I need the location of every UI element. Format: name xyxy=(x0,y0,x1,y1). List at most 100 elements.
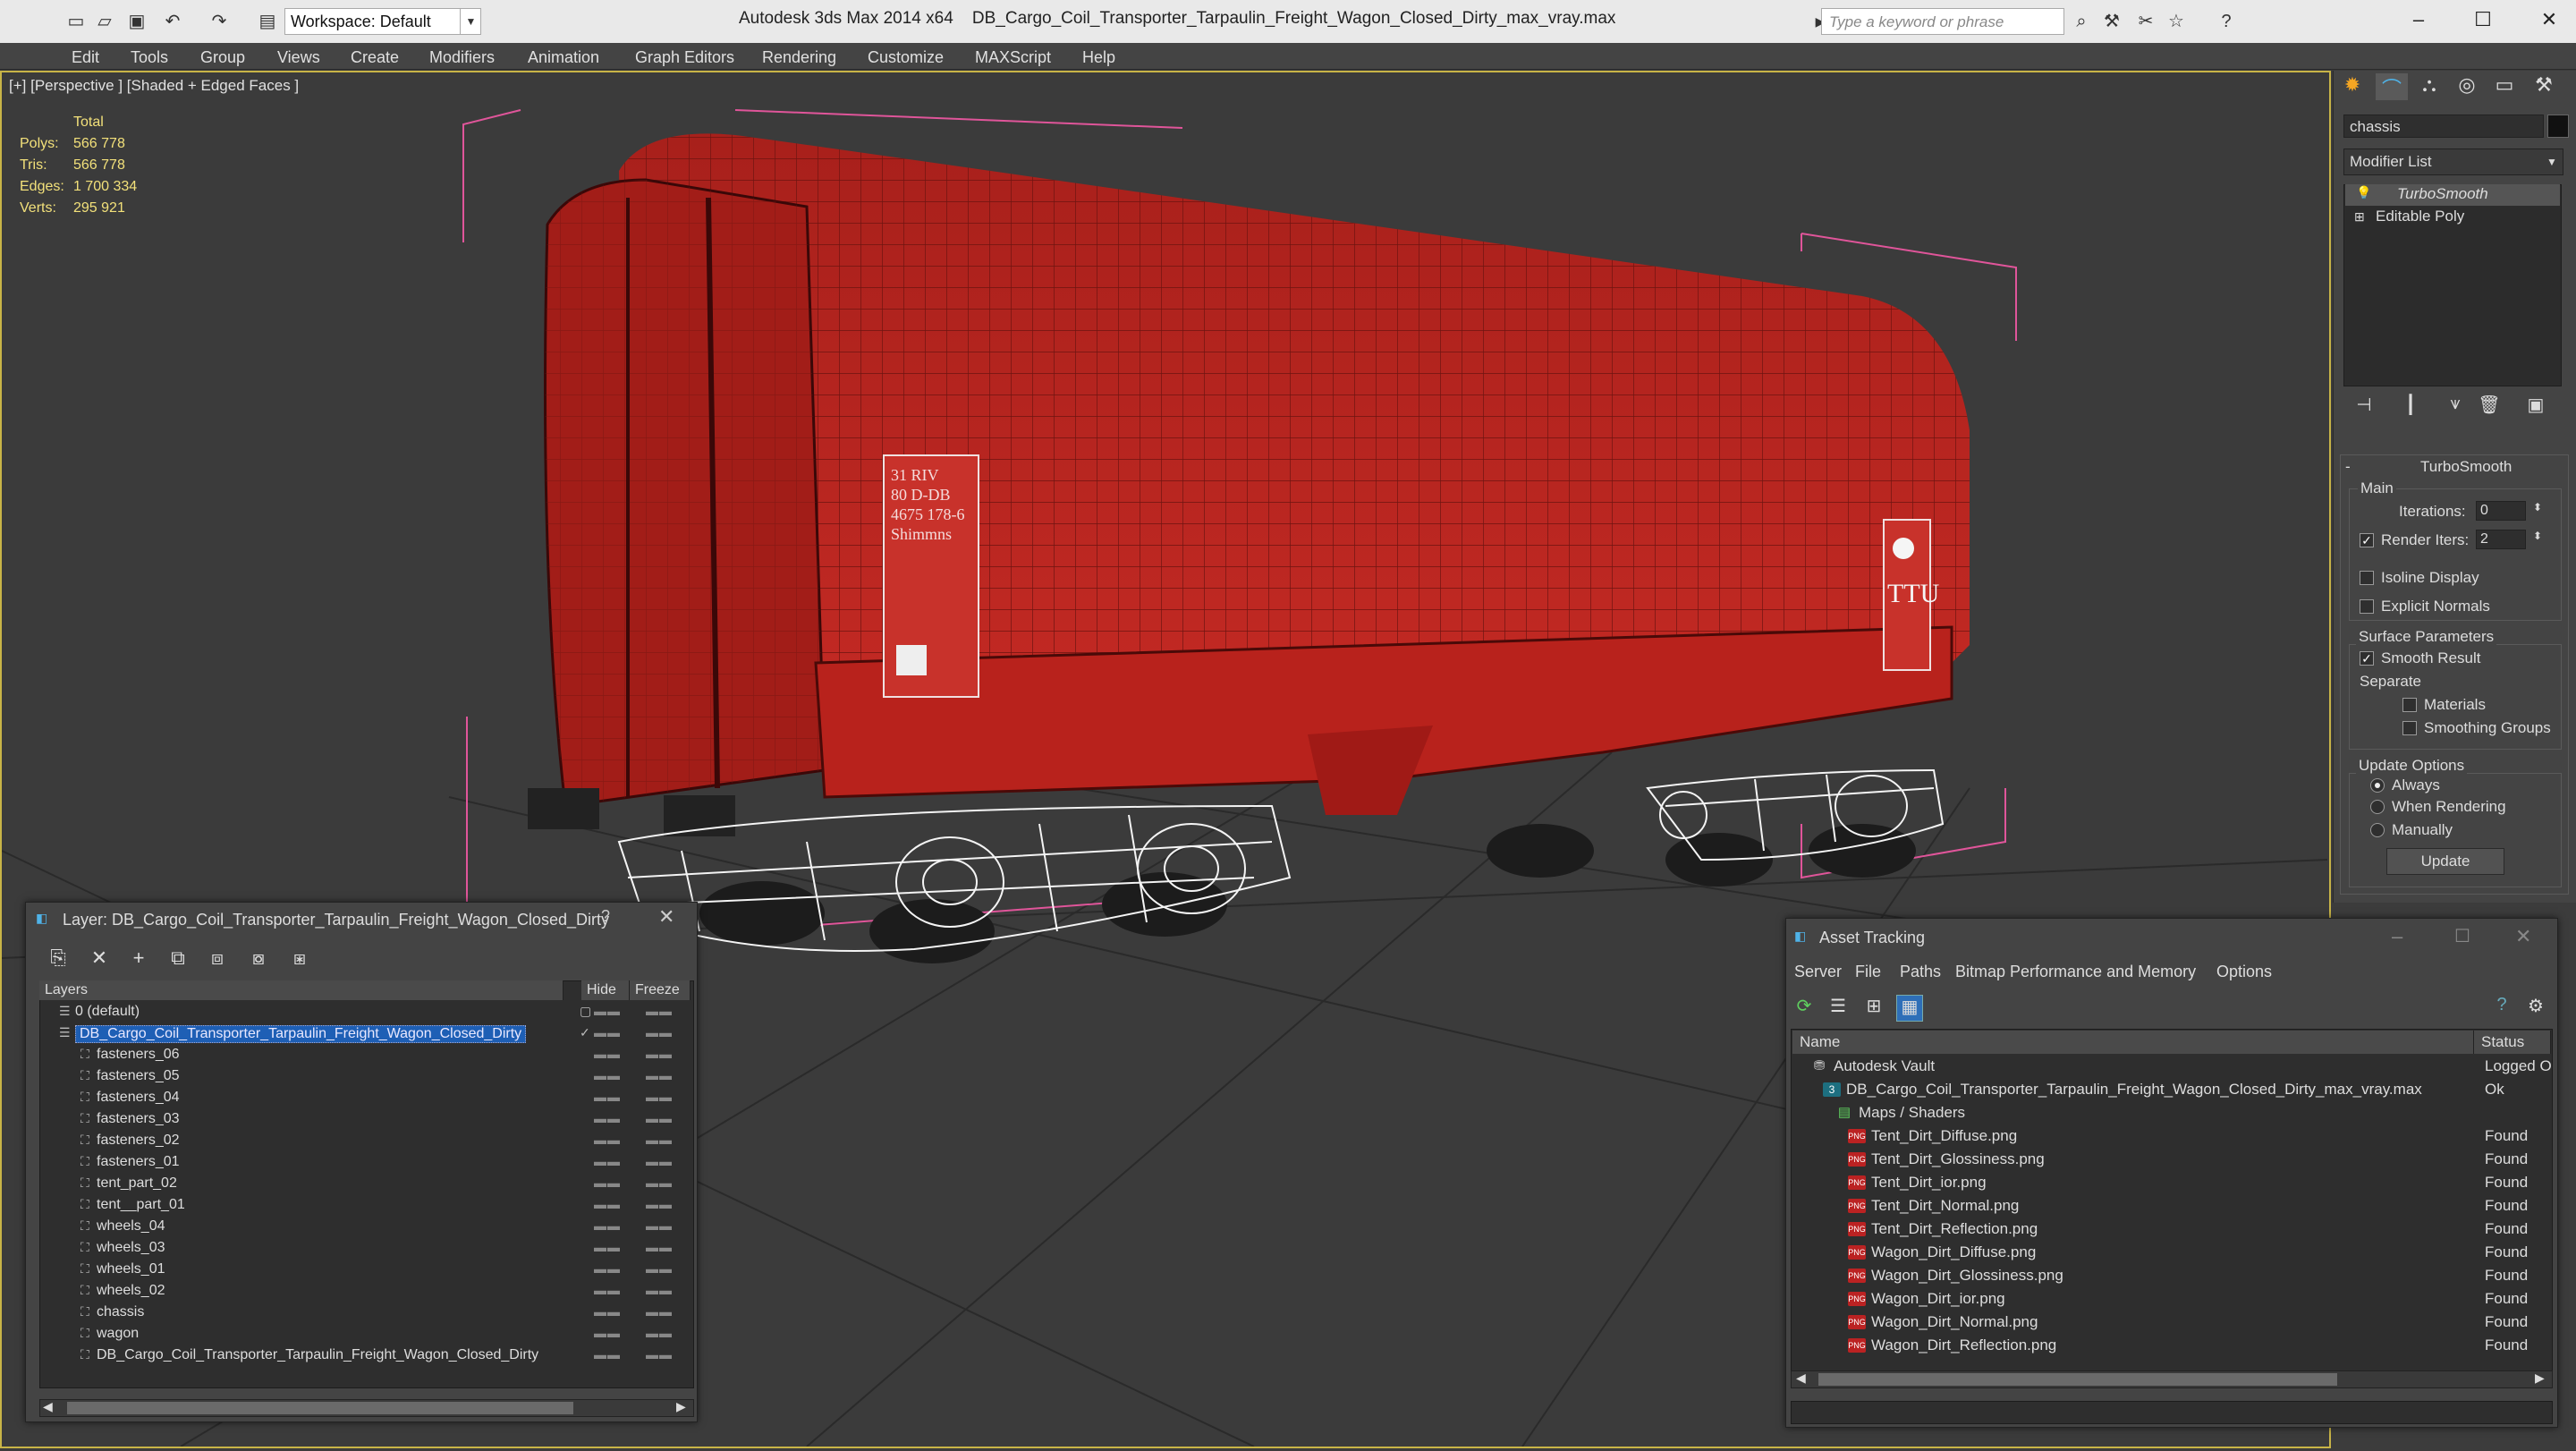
pin-stack-icon[interactable]: ⊣ xyxy=(2351,394,2377,420)
freeze-toggle[interactable]: ▬▬ xyxy=(646,1261,673,1276)
spinner-arrows-icon[interactable]: ⬍ xyxy=(2533,530,2542,542)
hide-toggle[interactable]: ▬▬ xyxy=(594,1218,621,1233)
layer-row[interactable]: ⛶ fasteners_05 ▬▬ ▬▬ xyxy=(39,1066,694,1088)
update-button[interactable]: Update xyxy=(2386,848,2504,875)
smoothing-groups-checkbox[interactable] xyxy=(2402,721,2417,735)
minimize-button[interactable]: – xyxy=(2392,4,2445,36)
spinner-arrows-icon[interactable]: ⬍ xyxy=(2533,501,2542,513)
asset-row[interactable]: PNG Tent_Dirt_Diffuse.png Found xyxy=(1792,1125,2551,1148)
asset-menu-paths[interactable]: Paths xyxy=(1900,963,1941,981)
smooth-result-checkbox[interactable]: ✓ xyxy=(2360,651,2374,666)
freeze-toggle[interactable]: ▬▬ xyxy=(646,1197,673,1211)
asset-row[interactable]: PNG Wagon_Dirt_ior.png Found xyxy=(1792,1288,2551,1311)
asset-menu-options[interactable]: Options xyxy=(2216,963,2272,981)
status-column-header[interactable]: Status xyxy=(2474,1031,2551,1054)
motion-tab-icon[interactable]: ◎ xyxy=(2451,73,2483,100)
hide-toggle[interactable]: ▬▬ xyxy=(594,1068,621,1082)
new-file-icon[interactable]: ▭ xyxy=(64,10,88,33)
freeze-toggle[interactable]: ▬▬ xyxy=(646,1047,673,1061)
make-unique-icon[interactable]: ⩛ xyxy=(2442,394,2469,420)
layer-dialog-help-button[interactable]: ? xyxy=(601,907,610,926)
hide-toggle[interactable]: ▬▬ xyxy=(594,1240,621,1254)
show-end-result-icon[interactable]: ┃ xyxy=(2397,394,2424,420)
layer-row[interactable]: ⛶ wheels_01 ▬▬ ▬▬ xyxy=(39,1260,694,1281)
list-view-icon[interactable]: ☰ xyxy=(1825,995,1852,1022)
freeze-toggle[interactable]: ▬▬ xyxy=(646,1154,673,1168)
freeze-toggle[interactable]: ▬▬ xyxy=(646,1240,673,1254)
freeze-toggle[interactable]: ▬▬ xyxy=(646,1004,673,1018)
layer-row[interactable]: ⛶ wheels_02 ▬▬ ▬▬ xyxy=(39,1281,694,1303)
refresh-icon[interactable]: ⟳ xyxy=(1791,995,1818,1022)
modify-tab-icon[interactable]: ⌒ xyxy=(2376,73,2408,100)
freeze-toggle[interactable]: ▬▬ xyxy=(646,1347,673,1362)
iterations-spinner[interactable]: 0 xyxy=(2476,501,2526,521)
chevron-down-icon[interactable]: ▼ xyxy=(460,8,481,35)
asset-menu-file[interactable]: File xyxy=(1855,963,1881,981)
scroll-left-icon[interactable]: ◀ xyxy=(43,1399,53,1414)
hide-toggle[interactable]: ▬▬ xyxy=(594,1304,621,1319)
layer-row[interactable]: ⛶ wheels_03 ▬▬ ▬▬ xyxy=(39,1238,694,1260)
menu-tools[interactable]: Tools xyxy=(131,48,168,67)
hide-toggle[interactable]: ▬▬ xyxy=(594,1154,621,1168)
lightbulb-icon[interactable]: 💡 xyxy=(2356,185,2371,200)
freeze-all-icon[interactable]: ⧆ xyxy=(286,946,313,973)
hide-toggle[interactable]: ▬▬ xyxy=(594,1175,621,1190)
asset-menu-server[interactable]: Server xyxy=(1794,963,1842,981)
name-column-header[interactable]: Name xyxy=(1792,1031,2474,1054)
always-radio[interactable] xyxy=(2370,778,2385,793)
menu-views[interactable]: Views xyxy=(277,48,320,67)
freeze-toggle[interactable]: ▬▬ xyxy=(646,1111,673,1125)
hide-toggle[interactable]: ▬▬ xyxy=(594,1261,621,1276)
freeze-toggle[interactable]: ▬▬ xyxy=(646,1090,673,1104)
freeze-toggle[interactable]: ▬▬ xyxy=(646,1283,673,1297)
binoculars-icon[interactable]: ⌕ xyxy=(2070,10,2093,33)
hide-toggle[interactable]: ▬▬ xyxy=(594,1347,621,1362)
tree-view-icon[interactable]: ⊞ xyxy=(1860,995,1887,1022)
asset-close-button[interactable]: ✕ xyxy=(2515,925,2531,948)
menu-group[interactable]: Group xyxy=(200,48,245,67)
help-icon[interactable]: ? xyxy=(2215,10,2238,33)
menu-animation[interactable]: Animation xyxy=(528,48,599,67)
hide-toggle[interactable]: ▬▬ xyxy=(594,1133,621,1147)
hide-column-header[interactable]: Hide xyxy=(581,980,630,1000)
current-layer-check-icon[interactable]: ✓ xyxy=(580,1025,590,1040)
asset-options-icon[interactable]: ⚙ xyxy=(2522,995,2549,1022)
project-folder-icon[interactable]: ▤ xyxy=(256,10,279,33)
asset-row[interactable]: ⛃ Autodesk Vault Logged O xyxy=(1792,1056,2552,1078)
stack-item-turbosmooth[interactable]: TurboSmooth xyxy=(2345,184,2560,206)
redo-icon[interactable]: ↷ xyxy=(208,10,231,33)
asset-help-icon[interactable]: ? xyxy=(2488,995,2515,1022)
close-button[interactable]: ✕ xyxy=(2522,4,2576,36)
layer-row[interactable]: ⛶ fasteners_03 ▬▬ ▬▬ xyxy=(39,1109,694,1131)
layer-dialog-close-button[interactable]: ✕ xyxy=(658,905,674,929)
layer-row[interactable]: ⛶ tent__part_01 ▬▬ ▬▬ xyxy=(39,1195,694,1217)
utilities-tab-icon[interactable]: ⚒ xyxy=(2528,73,2560,100)
chevron-down-icon[interactable]: ▼ xyxy=(2542,150,2562,174)
hide-toggle[interactable]: ▬▬ xyxy=(594,1326,621,1340)
object-color-swatch[interactable] xyxy=(2547,115,2569,138)
undo-icon[interactable]: ↶ xyxy=(161,10,184,33)
menu-modifiers[interactable]: Modifiers xyxy=(429,48,495,67)
select-objects-icon[interactable]: ⧉ xyxy=(165,946,191,973)
menu-maxscript[interactable]: MAXScript xyxy=(975,48,1051,67)
rollout-title[interactable]: TurboSmooth xyxy=(2420,458,2512,476)
open-file-icon[interactable]: ▱ xyxy=(93,10,116,33)
asset-row[interactable]: PNG Tent_Dirt_Glossiness.png Found xyxy=(1792,1149,2551,1171)
add-selection-icon[interactable]: + xyxy=(125,946,152,973)
asset-row[interactable]: PNG Tent_Dirt_ior.png Found xyxy=(1792,1172,2551,1194)
current-layer-box-icon[interactable]: ▢ xyxy=(580,1004,591,1019)
configure-modifier-sets-icon[interactable]: ▣ xyxy=(2522,394,2549,420)
search-input[interactable]: Type a keyword or phrase xyxy=(1821,8,2064,35)
asset-row[interactable]: 3 DB_Cargo_Coil_Transporter_Tarpaulin_Fre… xyxy=(1792,1079,2551,1101)
layer-row[interactable]: ⛶ DB_Cargo_Coil_Transporter_Tarpaulin_Fre… xyxy=(39,1345,694,1367)
expand-plus-icon[interactable]: ⊞ xyxy=(2354,209,2365,225)
viewport-label[interactable]: [+] [Perspective ] [Shaded + Edged Faces… xyxy=(9,77,299,95)
hierarchy-tab-icon[interactable]: ⛬ xyxy=(2413,73,2445,100)
hide-toggle[interactable]: ▬▬ xyxy=(594,1047,621,1061)
workspace-selector[interactable]: Workspace: Default xyxy=(284,8,481,35)
layer-row[interactable]: ⛶ tent_part_02 ▬▬ ▬▬ xyxy=(39,1174,694,1195)
menu-create[interactable]: Create xyxy=(351,48,399,67)
freeze-toggle[interactable]: ▬▬ xyxy=(646,1304,673,1319)
layer-row[interactable]: ☰ DB_Cargo_Coil_Transporter_Tarpaulin_Fre… xyxy=(39,1023,694,1045)
freeze-toggle[interactable]: ▬▬ xyxy=(646,1025,673,1039)
